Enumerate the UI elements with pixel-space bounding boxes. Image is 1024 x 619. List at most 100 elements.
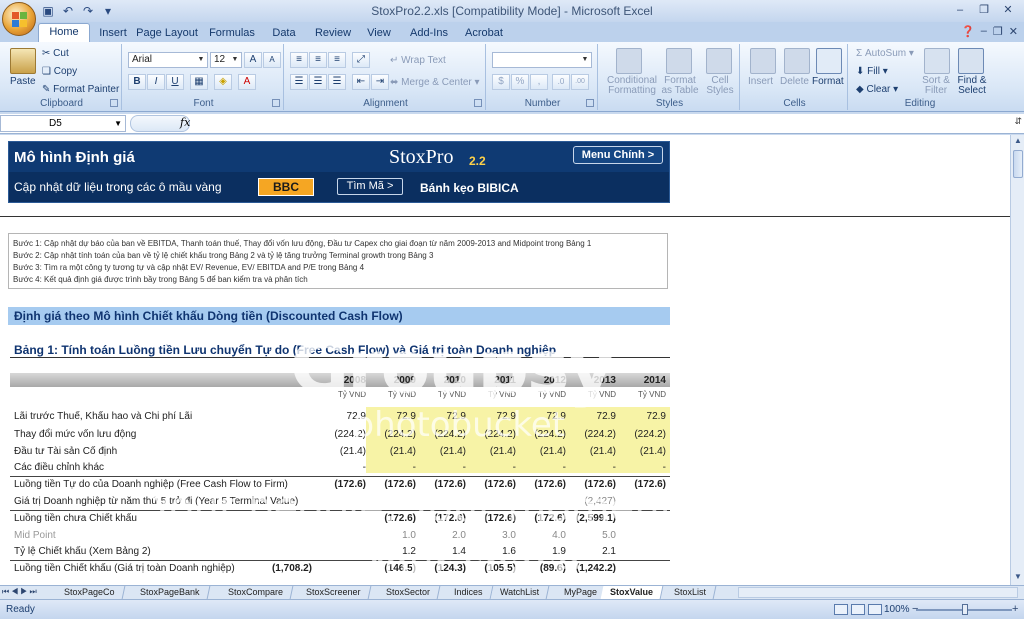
table-cell[interactable]: (172.6) xyxy=(616,479,666,490)
table-cell[interactable]: (1,242.2) xyxy=(566,563,616,574)
table-cell[interactable]: - xyxy=(366,462,416,473)
page-break-view-icon[interactable] xyxy=(868,604,882,615)
table-cell[interactable]: (172.6) xyxy=(516,479,566,490)
fill-button[interactable]: ⬇ Fill ▾ xyxy=(856,66,888,77)
sheet-nav-icons[interactable]: ⏮◀▶⏭ xyxy=(2,587,39,597)
delete-button[interactable]: Delete xyxy=(780,76,809,87)
table-cell[interactable]: 72.9 xyxy=(316,411,366,422)
scroll-down-icon[interactable]: ▼ xyxy=(1011,572,1024,584)
table-cell[interactable]: 72.9 xyxy=(566,411,616,422)
vertical-scrollbar[interactable]: ▲ ▼ xyxy=(1010,135,1024,585)
table-cell[interactable]: (172.6) xyxy=(516,513,566,524)
table-cell[interactable]: (21.4) xyxy=(566,446,616,457)
close-button[interactable]: ✕ xyxy=(996,2,1020,18)
help-icon[interactable]: ❓ xyxy=(961,25,975,38)
table-cell[interactable]: - xyxy=(616,462,666,473)
table-cell[interactable]: (21.4) xyxy=(616,446,666,457)
table-cell[interactable]: (224.2) xyxy=(416,429,466,440)
find-ticker-button[interactable]: Tìm Mã > xyxy=(337,178,403,195)
fill-color-icon[interactable]: ◈ xyxy=(214,74,232,90)
merge-center-button[interactable]: ⬌ Merge & Center ▾ xyxy=(390,77,480,88)
zoom-level[interactable]: 100% xyxy=(884,604,910,615)
sort-filter-button[interactable]: Sort & Filter xyxy=(918,76,954,96)
table-cell[interactable]: (21.4) xyxy=(366,446,416,457)
table-cell[interactable]: 1.6 xyxy=(466,546,516,557)
orientation-icon[interactable]: ⤢ xyxy=(352,52,370,68)
format-table-button[interactable]: Format as Table xyxy=(658,76,702,96)
table-cell[interactable]: 72.9 xyxy=(516,411,566,422)
align-bottom-icon[interactable]: ≡ xyxy=(328,52,346,68)
name-box[interactable]: D5 ▼ xyxy=(0,115,126,132)
font-name-select[interactable]: Arial ▼ xyxy=(128,52,208,68)
copy-button[interactable]: ❏ Copy xyxy=(42,66,77,77)
font-size-select[interactable]: 12 ▼ xyxy=(210,52,242,68)
insert-function-button[interactable]: fx xyxy=(180,116,190,129)
autosum-button[interactable]: Σ AutoSum ▾ xyxy=(856,48,914,59)
increase-indent-icon[interactable]: ⇥ xyxy=(371,74,389,90)
table-cell[interactable]: - xyxy=(516,462,566,473)
table-cell[interactable]: (2,427) xyxy=(566,496,616,507)
table-cell[interactable]: - xyxy=(416,462,466,473)
close-workbook-icon[interactable]: ✕ xyxy=(1009,25,1018,38)
table-cell[interactable]: (146.5) xyxy=(366,563,416,574)
clear-button[interactable]: ◆ Clear ▾ xyxy=(856,84,898,95)
table-cell[interactable]: (172.6) xyxy=(366,513,416,524)
table-cell[interactable]: 1.2 xyxy=(366,546,416,557)
table-cell[interactable]: 1.9 xyxy=(516,546,566,557)
font-launcher-icon[interactable] xyxy=(272,99,280,107)
tab-page-layout[interactable]: Page Layout xyxy=(136,25,198,42)
table-cell[interactable]: (224.2) xyxy=(616,429,666,440)
table-cell[interactable]: (21.4) xyxy=(466,446,516,457)
table-cell[interactable]: (172.6) xyxy=(366,479,416,490)
main-menu-button[interactable]: Menu Chính > xyxy=(573,146,663,164)
underline-button[interactable]: U xyxy=(166,74,184,90)
alignment-launcher-icon[interactable] xyxy=(474,99,482,107)
tab-add-ins[interactable]: Add-Ins xyxy=(405,25,453,42)
restore-button[interactable]: ❐ xyxy=(972,2,996,18)
number-format-select[interactable]: ▼ xyxy=(492,52,592,68)
align-middle-icon[interactable]: ≡ xyxy=(309,52,327,68)
restore-workbook-icon[interactable]: ❐ xyxy=(993,25,1003,38)
expand-formula-bar-icon[interactable]: ⇵ xyxy=(1014,116,1022,127)
sheet-tab[interactable]: Indices xyxy=(444,586,493,599)
tab-view[interactable]: View xyxy=(363,25,395,42)
table-cell[interactable]: (172.6) xyxy=(316,479,366,490)
total-cell[interactable]: (1,708.2) xyxy=(262,563,312,574)
insert-button[interactable]: Insert xyxy=(748,76,773,87)
table-cell[interactable]: (124.3) xyxy=(416,563,466,574)
tab-data[interactable]: Data xyxy=(267,25,301,42)
sheet-tab[interactable]: StoxCompare xyxy=(218,586,294,599)
cut-button[interactable]: ✂ Cut xyxy=(42,48,69,59)
sheet-tab[interactable]: StoxList xyxy=(664,586,717,599)
bold-button[interactable]: B xyxy=(128,74,146,90)
table-cell[interactable]: (172.6) xyxy=(416,479,466,490)
table-cell[interactable]: (105.5) xyxy=(466,563,516,574)
table-cell[interactable]: - xyxy=(316,462,366,473)
table-cell[interactable]: 72.9 xyxy=(416,411,466,422)
horizontal-scrollbar[interactable] xyxy=(738,587,1018,598)
align-top-icon[interactable]: ≡ xyxy=(290,52,308,68)
table-cell[interactable]: 3.0 xyxy=(466,530,516,541)
sheet-tab[interactable]: StoxPageCo xyxy=(54,586,125,599)
table-cell[interactable]: (2,599.1) xyxy=(566,513,616,524)
table-cell[interactable]: (172.6) xyxy=(566,479,616,490)
table-cell[interactable]: 2.0 xyxy=(416,530,466,541)
table-cell[interactable]: (172.6) xyxy=(466,479,516,490)
table-cell[interactable]: (172.6) xyxy=(416,513,466,524)
ticker-input[interactable]: BBC xyxy=(258,178,314,196)
table-cell[interactable]: (172.6) xyxy=(466,513,516,524)
paste-icon[interactable] xyxy=(10,48,36,74)
normal-view-icon[interactable] xyxy=(834,604,848,615)
table-cell[interactable]: (21.4) xyxy=(516,446,566,457)
tab-review[interactable]: Review xyxy=(311,25,355,42)
italic-button[interactable]: I xyxy=(147,74,165,90)
office-button[interactable] xyxy=(2,2,36,36)
formula-input[interactable] xyxy=(196,115,1008,132)
table-cell[interactable]: 72.9 xyxy=(366,411,416,422)
currency-button[interactable]: $ xyxy=(492,74,510,90)
align-center-icon[interactable]: ☰ xyxy=(309,74,327,90)
zoom-in-button[interactable]: + xyxy=(1012,603,1018,615)
table-cell[interactable]: - xyxy=(566,462,616,473)
table-cell[interactable]: (224.2) xyxy=(366,429,416,440)
table-cell[interactable]: (224.2) xyxy=(316,429,366,440)
